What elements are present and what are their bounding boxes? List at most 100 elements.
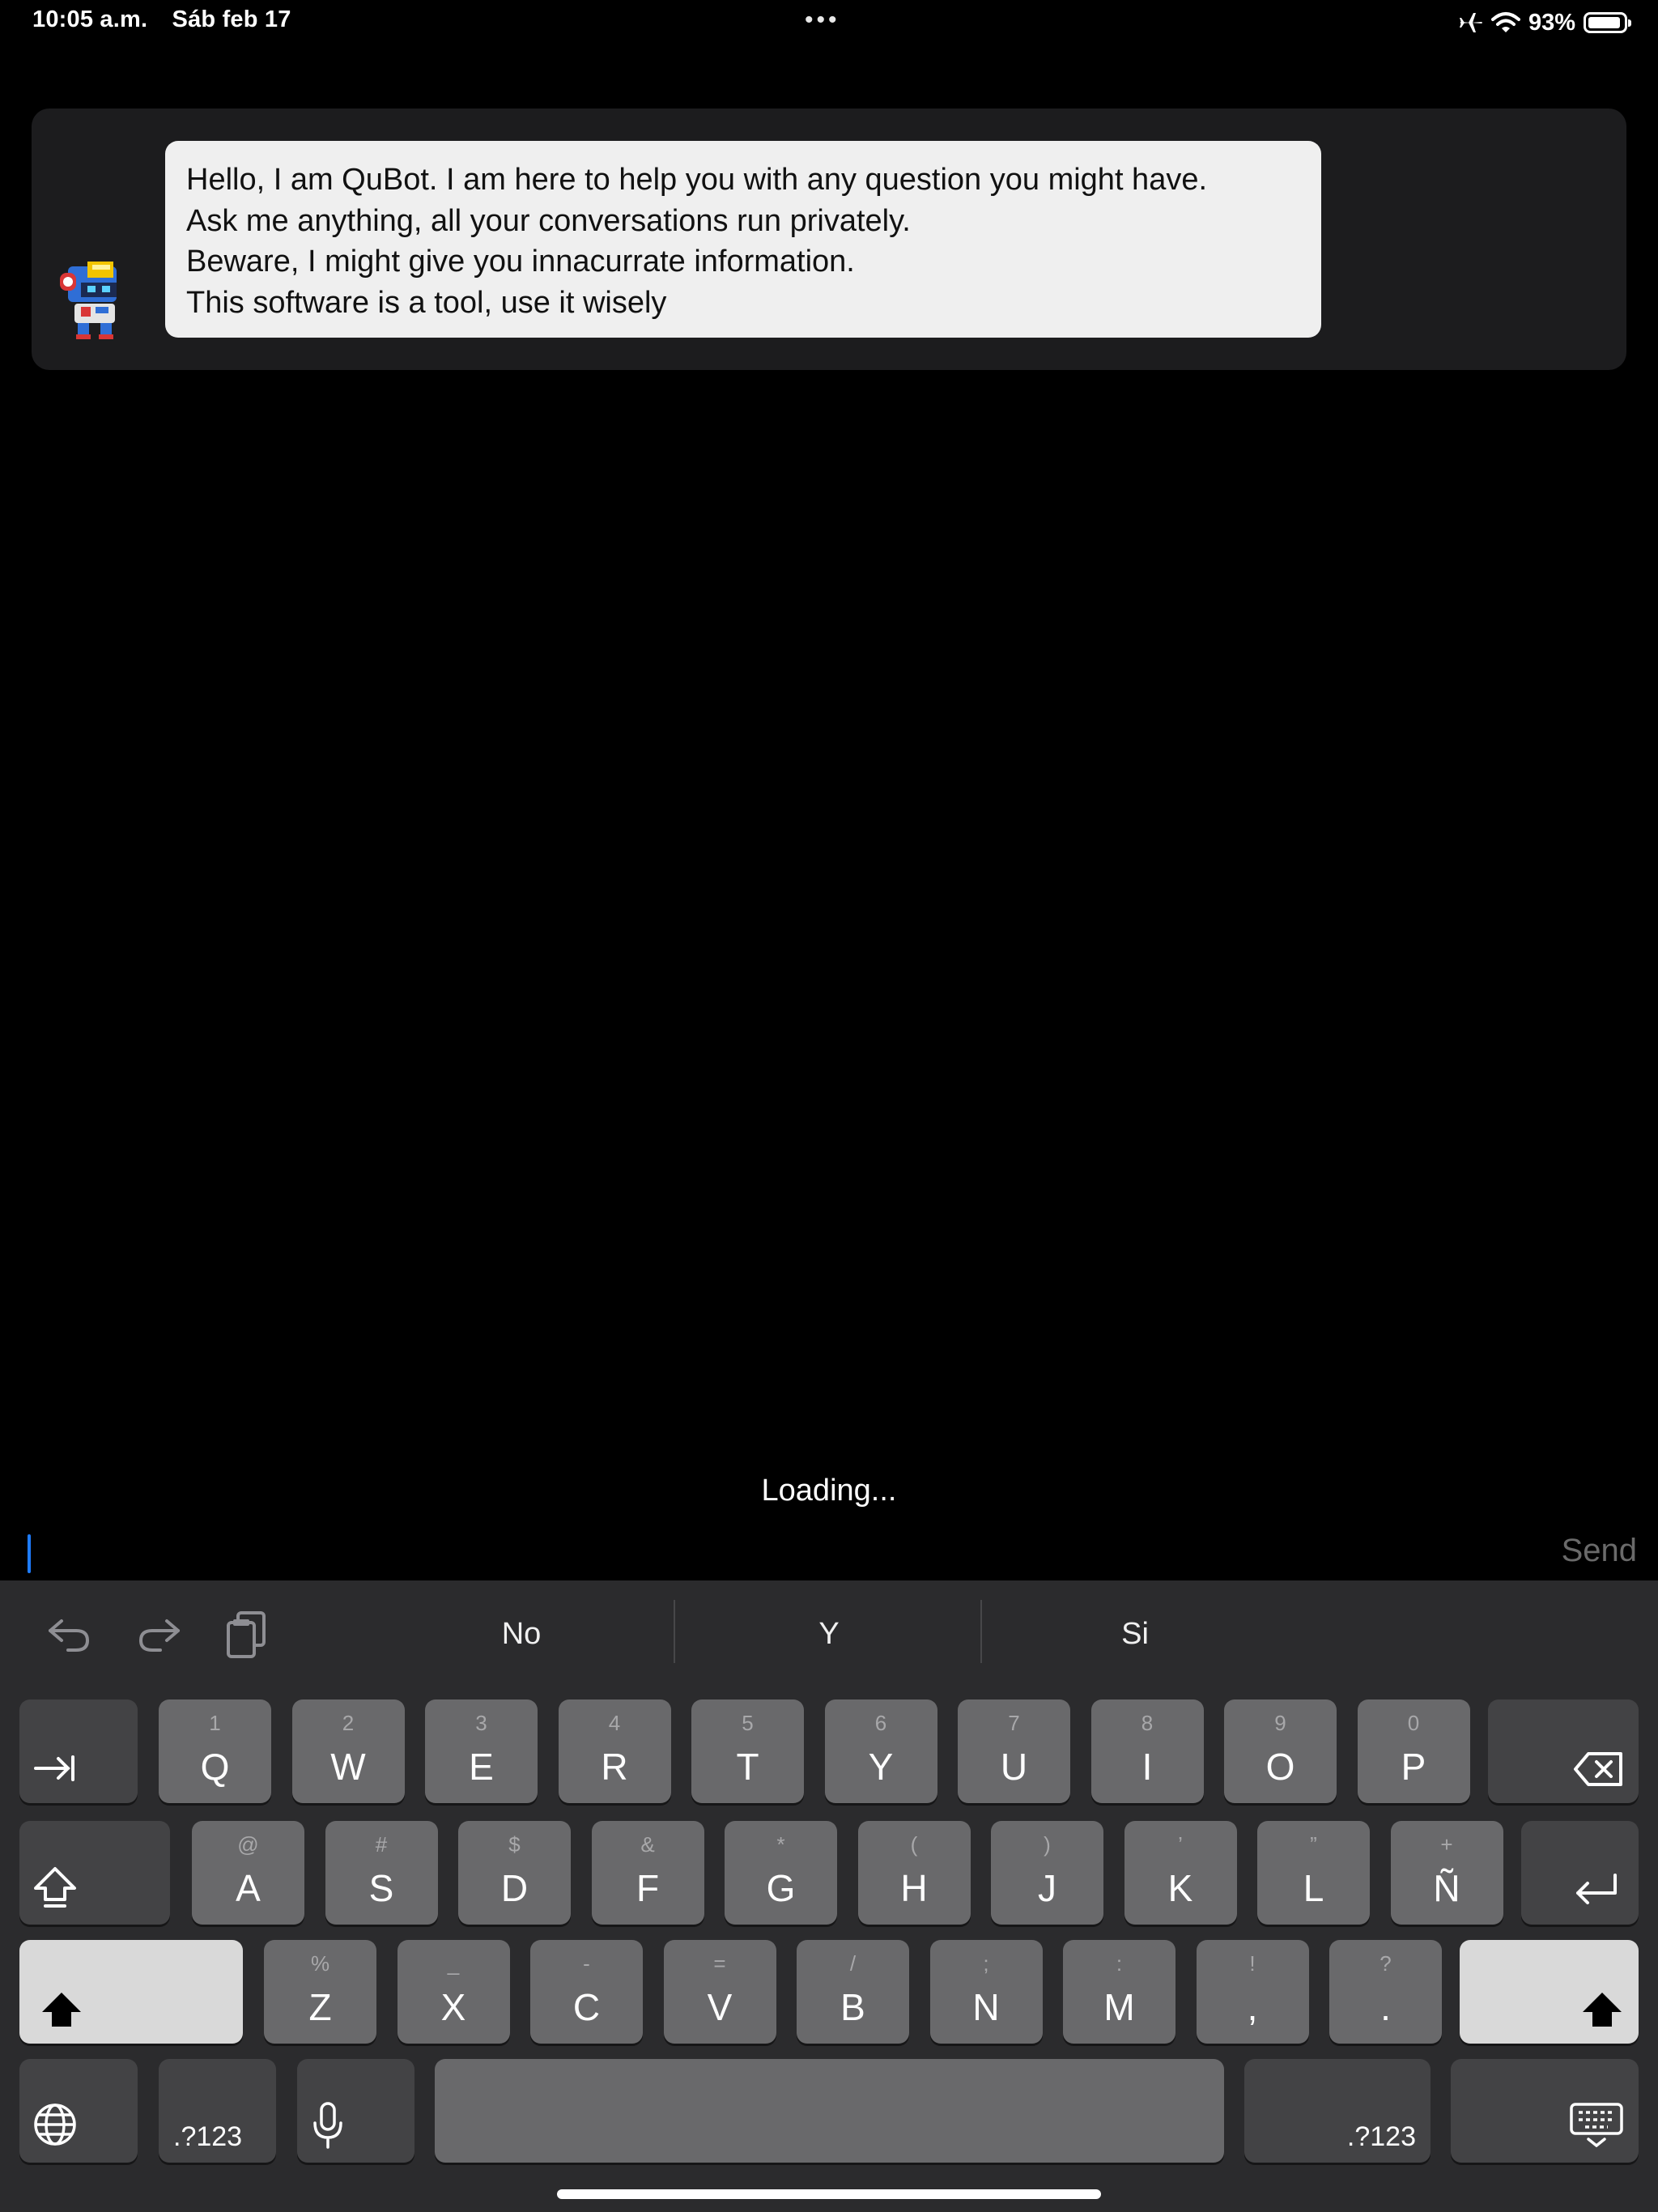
key-m[interactable]: :M bbox=[1063, 1940, 1175, 2044]
key-label: K bbox=[1167, 1867, 1193, 1909]
key-p[interactable]: 0P bbox=[1357, 1699, 1470, 1803]
key-b[interactable]: / B bbox=[797, 1940, 909, 2044]
key-secondary-label: ? bbox=[1380, 1951, 1392, 1976]
undo-icon[interactable] bbox=[44, 1610, 96, 1658]
paste-icon[interactable] bbox=[222, 1610, 274, 1658]
caps-lock-key[interactable] bbox=[19, 1821, 170, 1925]
key-q[interactable]: 1Q bbox=[159, 1699, 271, 1803]
key-g[interactable]: * G bbox=[725, 1821, 837, 1925]
key-t[interactable]: 5T bbox=[691, 1699, 804, 1803]
key-label: G bbox=[766, 1867, 796, 1909]
delete-icon bbox=[1574, 1752, 1622, 1786]
text-cursor bbox=[28, 1534, 31, 1573]
space-bar[interactable] bbox=[435, 2059, 1224, 2163]
key-y[interactable]: 6Y bbox=[824, 1699, 937, 1803]
key-v[interactable]: = V bbox=[663, 1940, 776, 2044]
key-secondary-label: ( bbox=[910, 1832, 918, 1857]
caps-lock-icon bbox=[34, 1867, 76, 1908]
key-label: U bbox=[1000, 1746, 1028, 1788]
key-secondary-label: + bbox=[1440, 1832, 1453, 1857]
key-secondary-label: 0 bbox=[1407, 1711, 1420, 1735]
numbers-key-label: .?123 bbox=[1346, 2121, 1416, 2152]
key-secondary-label: 9 bbox=[1274, 1711, 1286, 1735]
key-label: D bbox=[500, 1867, 529, 1909]
numbers-key-label: .?123 bbox=[173, 2121, 243, 2152]
suggestion-item[interactable]: Y bbox=[683, 1610, 975, 1658]
globe-key[interactable] bbox=[19, 2059, 138, 2163]
time-text: 10:05 a.m. bbox=[32, 6, 148, 32]
key-label: , bbox=[1247, 1986, 1258, 2028]
hide-keyboard-key[interactable] bbox=[1451, 2059, 1639, 2163]
key-i[interactable]: 8I bbox=[1090, 1699, 1204, 1803]
key-label: V bbox=[707, 1986, 733, 2028]
key-ñ[interactable]: + Ñ bbox=[1390, 1821, 1503, 1925]
delete-key[interactable] bbox=[1488, 1699, 1639, 1803]
key-label: I bbox=[1141, 1746, 1153, 1788]
key-n[interactable]: ; N bbox=[929, 1940, 1043, 2044]
return-icon bbox=[1576, 1874, 1617, 1904]
key-f[interactable]: & F bbox=[591, 1821, 704, 1925]
loading-indicator: Loading... bbox=[761, 1474, 897, 1508]
key-label: X bbox=[440, 1986, 466, 2028]
key-label: Y bbox=[868, 1746, 894, 1788]
message-line: This software is a tool, use it wisely bbox=[186, 285, 667, 320]
suggestion-divider bbox=[980, 1600, 982, 1663]
key-secondary-label: @ bbox=[237, 1832, 259, 1857]
message-line: Beware, I might give you innacurrate inf… bbox=[186, 245, 855, 279]
key-secondary-label: * bbox=[776, 1832, 785, 1857]
key-k[interactable]: ’ K bbox=[1124, 1821, 1237, 1925]
return-key[interactable] bbox=[1521, 1821, 1639, 1925]
airplane-icon bbox=[1459, 13, 1482, 32]
key-secondary-label: / bbox=[849, 1951, 857, 1976]
key-,[interactable]: !, bbox=[1196, 1940, 1309, 2044]
key-.[interactable]: ?. bbox=[1329, 1940, 1442, 2044]
key-label: S bbox=[368, 1867, 394, 1909]
key-secondary-label: _ bbox=[447, 1951, 460, 1976]
key-r[interactable]: 4R bbox=[558, 1699, 671, 1803]
key-label: O bbox=[1265, 1746, 1295, 1788]
key-secondary-label: : bbox=[1116, 1951, 1123, 1976]
key-u[interactable]: 7U bbox=[958, 1699, 1070, 1803]
key-secondary-label: ! bbox=[1249, 1951, 1256, 1976]
message-input[interactable] bbox=[16, 1525, 1538, 1579]
key-label: E bbox=[469, 1746, 494, 1788]
numbers-key-right[interactable]: .?123 bbox=[1244, 2059, 1431, 2163]
key-label: J bbox=[1038, 1867, 1056, 1909]
status-time: 10:05 a.m. Sáb feb 17 bbox=[32, 6, 291, 33]
key-e[interactable]: 3E bbox=[425, 1699, 538, 1803]
key-a[interactable]: @ A bbox=[192, 1821, 304, 1925]
key-l[interactable]: ” L bbox=[1257, 1821, 1370, 1925]
send-button[interactable]: Send bbox=[1562, 1533, 1637, 1569]
key-secondary-label: ) bbox=[1044, 1832, 1051, 1857]
key-label: R bbox=[601, 1746, 628, 1788]
key-x[interactable]: _ X bbox=[397, 1940, 510, 2044]
key-z[interactable]: % Z bbox=[264, 1940, 376, 2044]
wifi-icon bbox=[1490, 12, 1520, 32]
key-secondary-label: 7 bbox=[1008, 1711, 1020, 1735]
key-secondary-label: & bbox=[640, 1832, 655, 1857]
key-j[interactable]: ) J bbox=[991, 1821, 1103, 1925]
redo-icon[interactable] bbox=[133, 1610, 185, 1658]
left-shift-key[interactable] bbox=[19, 1940, 243, 2044]
right-shift-key[interactable] bbox=[1460, 1940, 1639, 2044]
key-secondary-label: 6 bbox=[874, 1711, 887, 1735]
key-label: . bbox=[1380, 1986, 1391, 2028]
microphone-icon bbox=[313, 2102, 342, 2149]
numbers-key-left[interactable]: .?123 bbox=[159, 2059, 276, 2163]
message-line: Ask me anything, all your conversations … bbox=[186, 203, 911, 238]
dictation-key[interactable] bbox=[297, 2059, 414, 2163]
multitasking-dots-icon[interactable]: ••• bbox=[805, 6, 840, 34]
key-s[interactable]: # S bbox=[325, 1821, 438, 1925]
key-secondary-label: $ bbox=[508, 1832, 521, 1857]
key-secondary-label: ; bbox=[983, 1951, 989, 1976]
key-o[interactable]: 9O bbox=[1224, 1699, 1337, 1803]
suggestion-item[interactable]: No bbox=[376, 1610, 667, 1658]
key-label: F bbox=[636, 1867, 660, 1909]
suggestion-item[interactable]: Si bbox=[989, 1610, 1281, 1658]
key-secondary-label: 3 bbox=[475, 1711, 487, 1735]
tab-key[interactable] bbox=[19, 1699, 138, 1803]
key-c[interactable]: -C bbox=[530, 1940, 643, 2044]
key-w[interactable]: 2W bbox=[291, 1699, 405, 1803]
key-d[interactable]: $ D bbox=[458, 1821, 571, 1925]
key-h[interactable]: (H bbox=[857, 1821, 971, 1925]
